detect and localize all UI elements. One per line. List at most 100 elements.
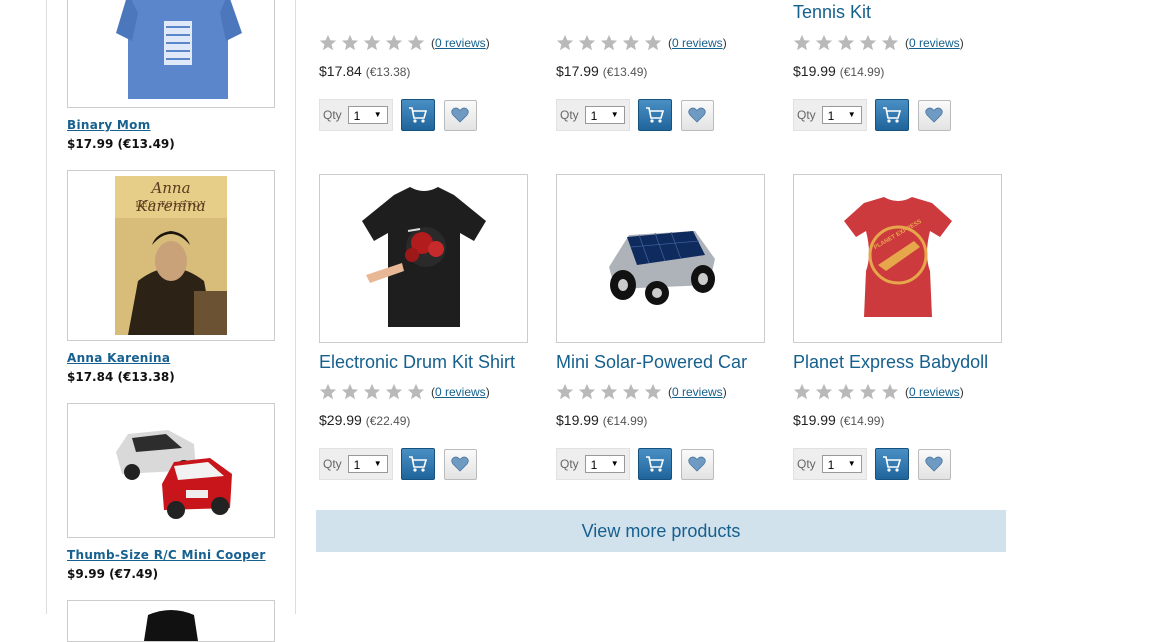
star-icon <box>837 34 855 51</box>
price-usd: $17.99 <box>556 63 599 79</box>
price-eur: (€13.38) <box>365 65 411 79</box>
price: $29.99 (€22.49) <box>319 412 410 428</box>
qty-label: Qty <box>560 457 579 471</box>
product-image[interactable] <box>67 403 275 538</box>
heart-icon <box>688 456 706 472</box>
add-to-wishlist-button[interactable] <box>917 448 951 480</box>
product-name[interactable]: Tennis Kit <box>793 2 871 23</box>
heart-icon <box>451 107 469 123</box>
star-rating[interactable] <box>793 34 899 52</box>
qty-control: Qty 1 ▼ <box>319 448 393 480</box>
reviews-link[interactable]: 0 reviews <box>909 385 960 399</box>
product-name[interactable]: Electronic Drum Kit Shirt <box>319 352 515 373</box>
add-to-cart-button[interactable] <box>637 99 672 131</box>
add-to-wishlist-button[interactable] <box>917 99 951 131</box>
shirt-image <box>144 610 198 641</box>
rating: (0 reviews) <box>556 383 727 401</box>
solar-car-image <box>609 231 715 305</box>
star-rating[interactable] <box>319 34 425 52</box>
add-to-cart-button[interactable] <box>874 448 909 480</box>
product-card: PLANET EXPRESS Planet Express Babydoll (… <box>793 174 1008 480</box>
product-name[interactable]: Mini Solar-Powered Car <box>556 352 747 373</box>
qty-control: Qty 1 ▼ <box>793 99 867 131</box>
cart-icon <box>408 107 427 123</box>
sidebar-product-binary-mom: Binary Mom $17.99 (€13.49) <box>67 0 275 151</box>
star-rating[interactable] <box>556 383 662 401</box>
sidebar-product-name[interactable]: Anna Karenina <box>67 351 275 365</box>
star-icon <box>319 383 337 400</box>
qty-select[interactable]: 1 ▼ <box>347 106 388 124</box>
sidebar-product-price: $17.99 (€13.49) <box>67 137 175 151</box>
star-icon <box>644 34 662 51</box>
price-eur: (€14.99) <box>839 414 885 428</box>
price: $19.99 (€14.99) <box>556 412 647 428</box>
star-icon <box>815 34 833 51</box>
price: $19.99 (€14.99) <box>793 63 884 79</box>
add-to-cart-button[interactable] <box>400 448 435 480</box>
rating: (0 reviews) <box>793 383 964 401</box>
planet-express-shirt-image <box>844 197 952 317</box>
product-image[interactable] <box>67 600 275 642</box>
add-to-wishlist-button[interactable] <box>443 99 477 131</box>
sidebar-product-mini-cooper: Thumb-Size R/C Mini Cooper $9.99 (€7.49) <box>67 403 275 581</box>
star-icon <box>341 383 359 400</box>
star-icon <box>556 34 574 51</box>
qty-label: Qty <box>797 108 816 122</box>
qty-select[interactable]: 1 ▼ <box>821 455 862 473</box>
page-border <box>46 0 47 614</box>
chevron-down-icon: ▼ <box>373 110 382 119</box>
cart-icon <box>882 107 901 123</box>
reviews-link[interactable]: 0 reviews <box>435 36 486 50</box>
cart-icon <box>882 456 901 472</box>
add-to-cart-button[interactable] <box>637 448 672 480</box>
star-rating[interactable] <box>556 34 662 52</box>
product-image[interactable]: Anna Karenina Leo Tolstoy <box>67 170 275 341</box>
sidebar-product-name[interactable]: Thumb-Size R/C Mini Cooper <box>67 548 275 562</box>
cart-icon <box>645 456 664 472</box>
drum-shirt-image <box>362 187 486 327</box>
view-more-products-button[interactable]: View more products <box>316 510 1006 552</box>
qty-value: 1 <box>590 109 598 123</box>
product-image[interactable] <box>319 174 528 343</box>
mini-cooper-image <box>116 430 232 519</box>
qty-label: Qty <box>797 457 816 471</box>
product-name-fragment <box>584 0 664 4</box>
sidebar-product-price: $17.84 (€13.38) <box>67 370 175 384</box>
product-name[interactable]: Planet Express Babydoll <box>793 352 988 373</box>
add-to-cart-button[interactable] <box>400 99 435 131</box>
add-to-wishlist-button[interactable] <box>680 448 714 480</box>
reviews-link[interactable]: 0 reviews <box>672 385 723 399</box>
price-usd: $19.99 <box>793 412 836 428</box>
add-to-wishlist-button[interactable] <box>443 448 477 480</box>
star-icon <box>793 34 811 51</box>
star-icon <box>385 34 403 51</box>
product-image[interactable]: PLANET EXPRESS <box>793 174 1002 343</box>
product-actions: Qty 1 ▼ <box>793 448 951 480</box>
heart-icon <box>451 456 469 472</box>
reviews-link[interactable]: 0 reviews <box>909 36 960 50</box>
star-icon <box>341 34 359 51</box>
price: $17.99 (€13.49) <box>556 63 647 79</box>
star-rating[interactable] <box>793 383 899 401</box>
star-icon <box>622 34 640 51</box>
add-to-wishlist-button[interactable] <box>680 99 714 131</box>
reviews-count: (0 reviews) <box>668 385 727 399</box>
qty-select[interactable]: 1 ▼ <box>821 106 862 124</box>
reviews-count: (0 reviews) <box>668 36 727 50</box>
qty-select[interactable]: 1 ▼ <box>584 106 625 124</box>
sidebar-product-name[interactable]: Binary Mom <box>67 118 275 132</box>
chevron-down-icon: ▼ <box>373 459 382 468</box>
price-usd: $19.99 <box>793 63 836 79</box>
reviews-link[interactable]: 0 reviews <box>435 385 486 399</box>
price-usd: $19.99 <box>556 412 599 428</box>
add-to-cart-button[interactable] <box>874 99 909 131</box>
product-actions: Qty 1 ▼ <box>556 448 714 480</box>
sidebar-product-partial <box>67 600 275 642</box>
qty-control: Qty 1 ▼ <box>319 99 393 131</box>
product-image[interactable] <box>67 0 275 108</box>
qty-select[interactable]: 1 ▼ <box>347 455 388 473</box>
qty-select[interactable]: 1 ▼ <box>584 455 625 473</box>
reviews-link[interactable]: 0 reviews <box>672 36 723 50</box>
product-image[interactable] <box>556 174 765 343</box>
star-rating[interactable] <box>319 383 425 401</box>
